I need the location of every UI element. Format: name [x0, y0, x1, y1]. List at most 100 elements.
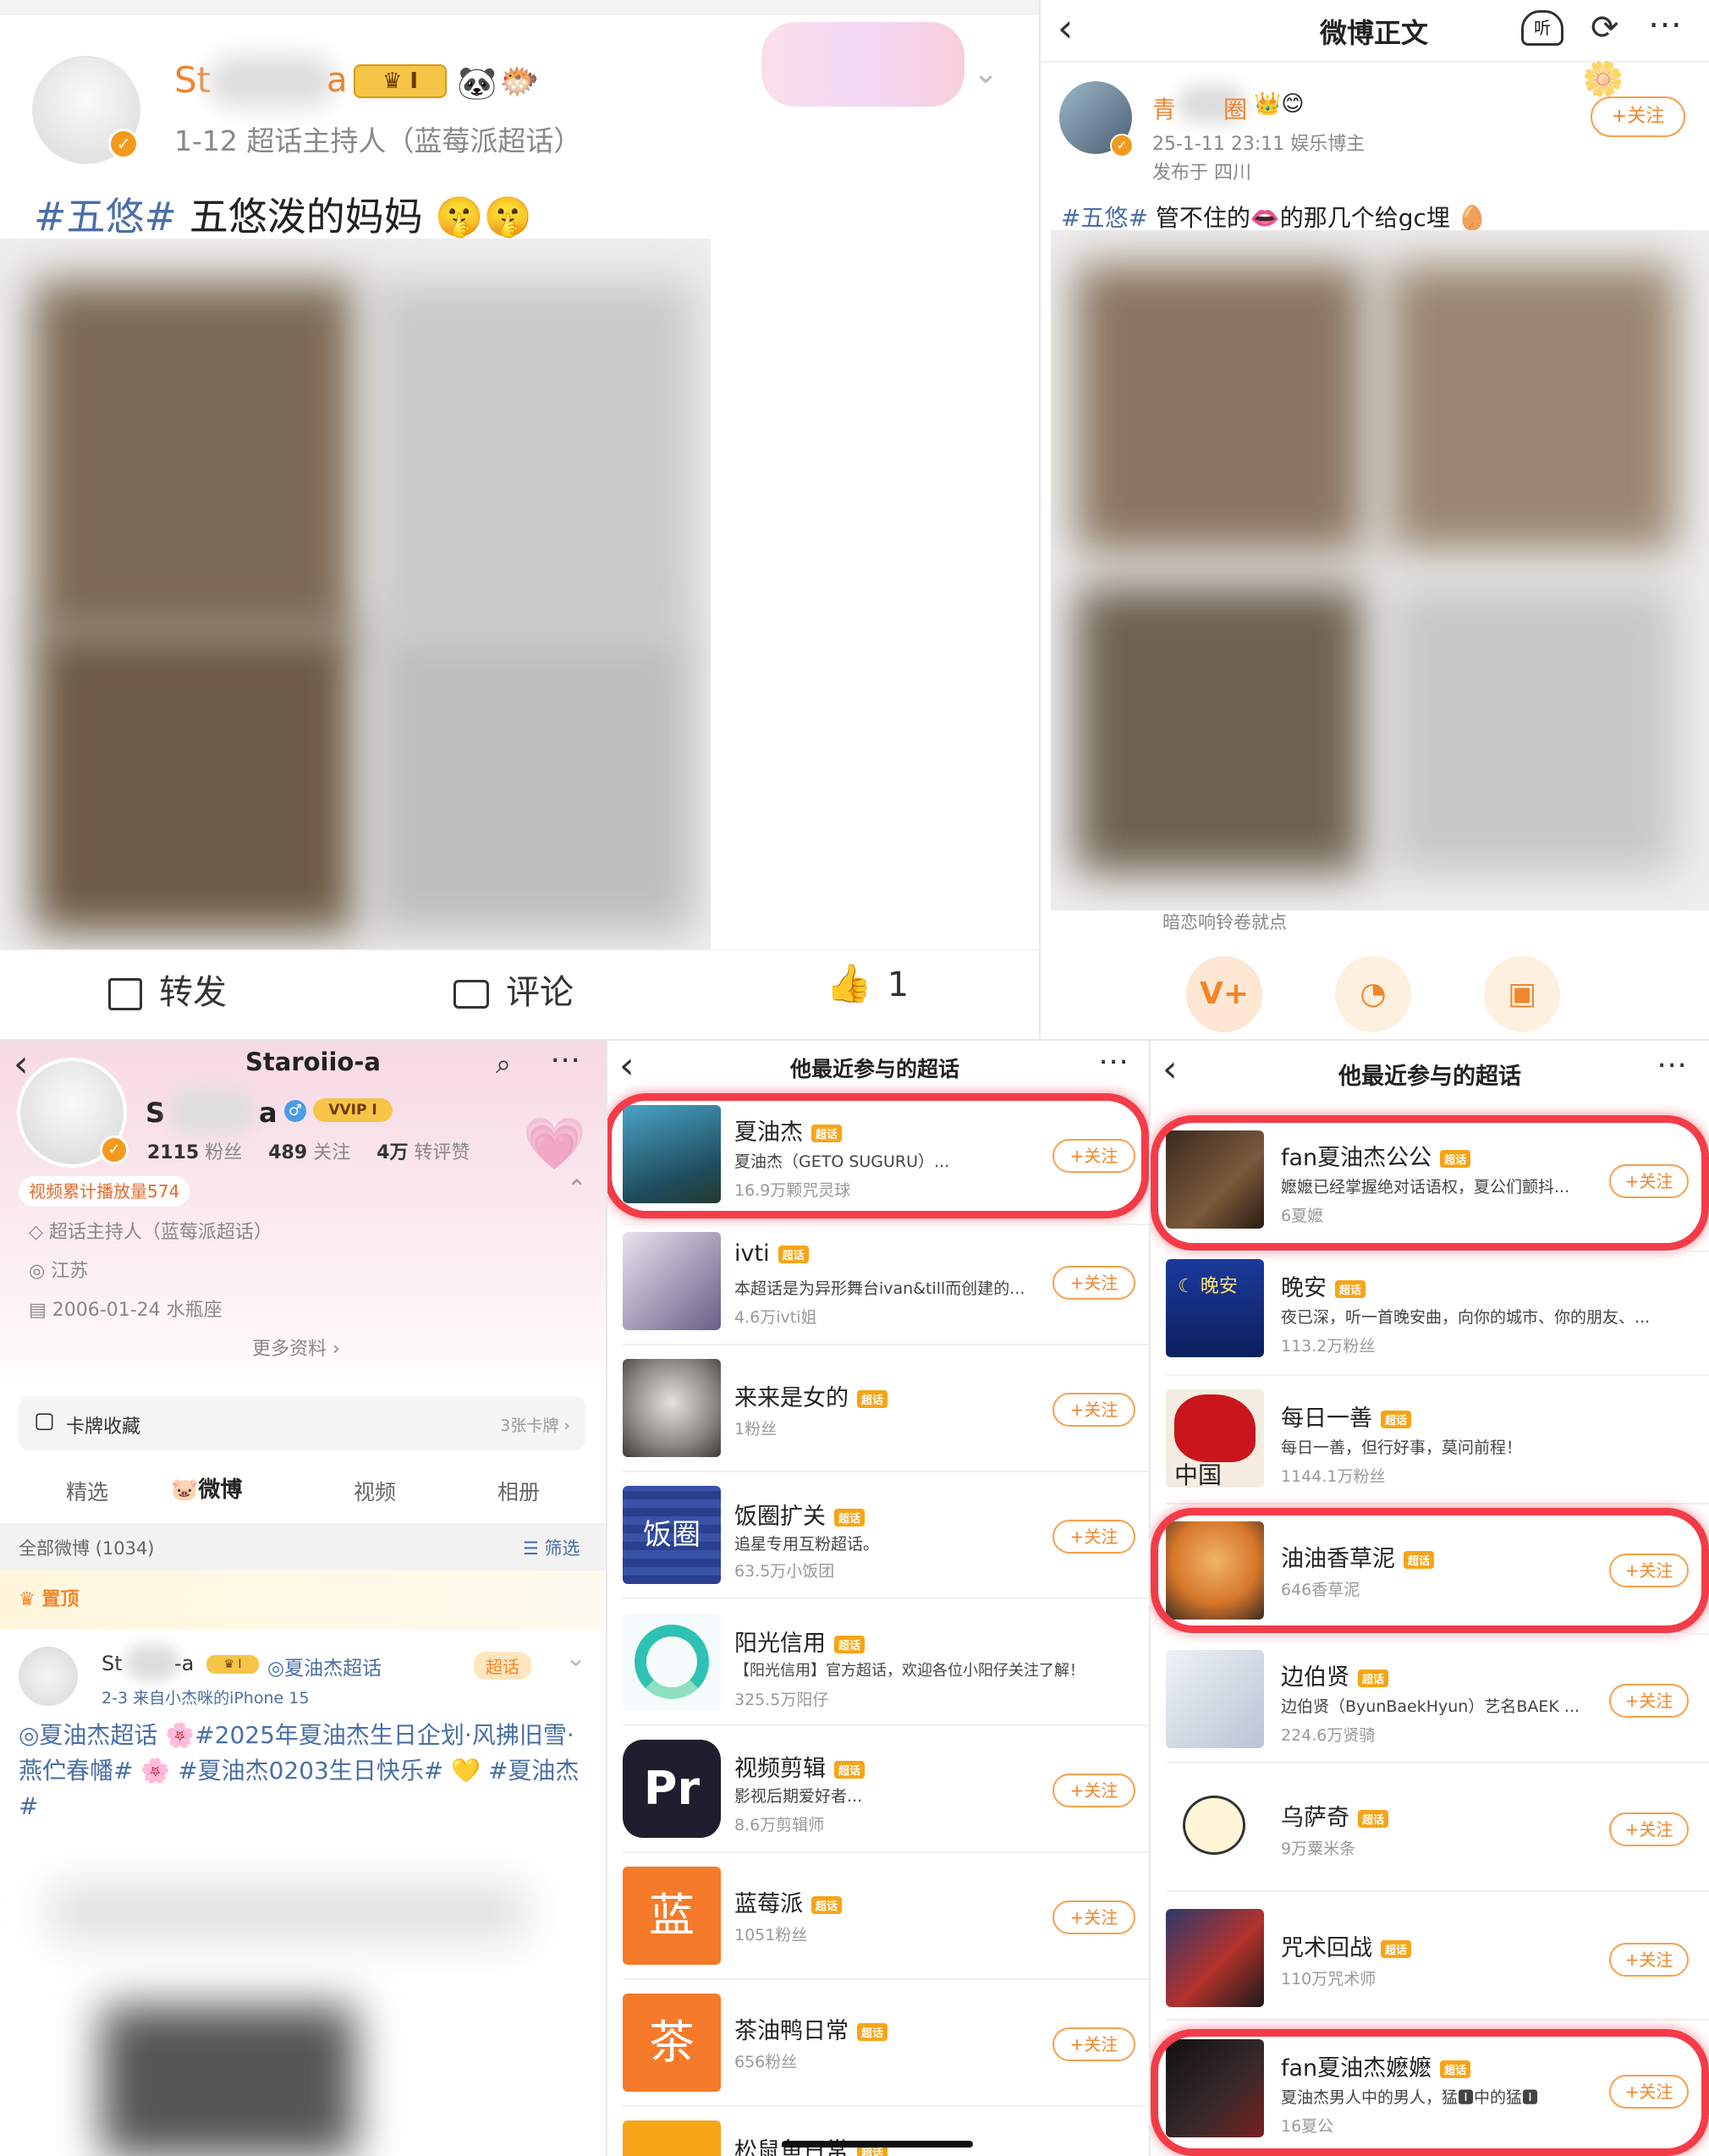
- name-mask: [125, 1645, 179, 1680]
- post-image[interactable]: [0, 239, 711, 949]
- back-icon[interactable]: ‹: [1162, 1048, 1178, 1091]
- topic-name[interactable]: 饭圈扩关 超话: [734, 1498, 865, 1531]
- follow-button[interactable]: +关注: [1052, 2027, 1135, 2061]
- more-icon[interactable]: ⋯: [1098, 1044, 1129, 1079]
- topic-meta: 1粉丝: [734, 1420, 778, 1438]
- chevron-down-icon[interactable]: ⌄: [565, 1643, 586, 1673]
- topic-thumb[interactable]: [1166, 1909, 1264, 2007]
- user-name[interactable]: St: [174, 59, 211, 101]
- pr-icon[interactable]: Pr: [623, 1740, 721, 1838]
- topic-name[interactable]: 茶油鸭日常 超话: [734, 2012, 888, 2045]
- more-icon[interactable]: ⋯: [1657, 1048, 1687, 1082]
- pinned-label: ♛ 置顶: [19, 1589, 80, 1610]
- listen-icon[interactable]: 听: [1521, 10, 1563, 46]
- topic-desc: 影视后期爱好者...: [734, 1787, 863, 1806]
- topic-thumb[interactable]: ☾ 晚安: [1166, 1259, 1264, 1357]
- search-icon[interactable]: ⌕: [496, 1048, 511, 1081]
- highlight-box: [1151, 1508, 1709, 1633]
- topic-name[interactable]: 晚安 超话: [1281, 1269, 1366, 1302]
- shush-emoji-icon: 🤫🤫: [435, 194, 532, 239]
- topic-desc: 每日一善，但行好事，莫问前程！: [1281, 1438, 1523, 1457]
- post-topic[interactable]: ◎夏油杰超话: [267, 1652, 382, 1680]
- topic-thumb[interactable]: [1166, 1650, 1264, 1748]
- flower-decoration: 🌼: [1582, 60, 1624, 99]
- topic-name[interactable]: 蓝莓派 超话: [734, 1885, 843, 1918]
- info-location: ◎ 江苏: [29, 1261, 89, 1282]
- ad-text: 暗恋响铃卷就点: [1162, 912, 1287, 932]
- post-meta: 1-12 超话主持人（蓝莓派超话）: [174, 124, 582, 157]
- back-icon[interactable]: ‹: [14, 1042, 29, 1086]
- topic-name[interactable]: 视频剪辑 超话: [734, 1750, 865, 1783]
- follow-button[interactable]: +关注: [1609, 1943, 1689, 1977]
- topic-desc: 【阳光信用】官方超话，欢迎各位小阳仔关注了解！: [734, 1662, 1085, 1680]
- topic-name[interactable]: 乌萨奇 超话: [1281, 1799, 1389, 1832]
- topic-name[interactable]: ivti 超话: [734, 1240, 809, 1267]
- panel-post-a: ✓ St a ♛ I 🐼 🐡 ⌄ 1-12 超话主持人（蓝莓派超话） #五悠# …: [0, 0, 1039, 1039]
- post-user-tail: -a: [174, 1652, 195, 1675]
- topic-thumb[interactable]: [623, 1613, 721, 1711]
- topic-thumb[interactable]: [623, 1359, 721, 1457]
- follow-button[interactable]: +关注: [1052, 1266, 1135, 1300]
- topic-name[interactable]: 边伯贤 超话: [1281, 1658, 1389, 1691]
- post-meta: 2-3 来自小杰咪的iPhone 15: [102, 1689, 310, 1708]
- post-image[interactable]: [1051, 230, 1709, 910]
- home-indicator: [782, 2141, 973, 2148]
- more-icon[interactable]: ⋯: [1648, 5, 1682, 44]
- filter-button[interactable]: ☰ 筛选: [523, 1535, 580, 1560]
- post-image[interactable]: [0, 1853, 606, 2156]
- comment-button[interactable]: 评论: [453, 965, 574, 1014]
- topic-tag[interactable]: #五悠#: [1061, 204, 1148, 232]
- topic-name[interactable]: 来来是女的 超话: [734, 1379, 888, 1412]
- verified-badge-icon: ✓: [100, 1136, 129, 1164]
- topic-meta: 1051粉丝: [734, 1926, 808, 1944]
- vplus-icon[interactable]: V+: [1186, 956, 1262, 1032]
- topic-thumb[interactable]: [623, 1232, 721, 1330]
- topic-thumb[interactable]: [1166, 1779, 1264, 1877]
- card-collection[interactable]: ▢ 卡牌收藏 3张卡牌 ›: [19, 1396, 585, 1450]
- more-info-link[interactable]: 更多资料 ›: [252, 1334, 340, 1361]
- post-user[interactable]: St: [102, 1652, 123, 1675]
- topic-tag[interactable]: #五悠#: [34, 194, 177, 239]
- tab-video[interactable]: 视频: [354, 1476, 396, 1506]
- chevron-down-icon[interactable]: ⌄: [973, 56, 998, 91]
- cha-icon[interactable]: 茶: [623, 1994, 721, 2092]
- repost-button[interactable]: 转发: [108, 965, 227, 1014]
- name-mask: [208, 56, 335, 107]
- topic-thumb[interactable]: [623, 2120, 721, 2156]
- tab-featured[interactable]: 精选: [66, 1476, 108, 1506]
- back-icon[interactable]: ‹: [1058, 5, 1073, 51]
- topic-thumb[interactable]: 中国: [1166, 1389, 1264, 1488]
- back-icon[interactable]: ‹: [619, 1044, 635, 1087]
- verified-badge-icon: ✓: [108, 129, 139, 159]
- more-icon[interactable]: ⋯: [550, 1042, 580, 1077]
- follow-button[interactable]: +关注: [1609, 1684, 1689, 1718]
- topic-name[interactable]: 每日一善 超话: [1281, 1400, 1412, 1433]
- topic-meta: 656粉丝: [734, 2053, 798, 2071]
- like-button[interactable]: 👍 1: [826, 961, 909, 1005]
- tab-album[interactable]: 相册: [497, 1476, 540, 1506]
- topic-name[interactable]: 阳光信用 超话: [734, 1625, 865, 1658]
- avatar-small[interactable]: [19, 1647, 78, 1706]
- save-image-icon[interactable]: ▣: [1484, 956, 1560, 1032]
- follow-button[interactable]: +关注: [1609, 1812, 1689, 1846]
- card-icon: ▢: [34, 1408, 55, 1433]
- follow-button[interactable]: +关注: [1052, 1520, 1135, 1554]
- collapse-icon[interactable]: ⌃: [567, 1174, 586, 1202]
- stats: 2115 粉丝 489 关注 4万 转评赞: [147, 1142, 470, 1163]
- follow-button[interactable]: +关注: [1052, 1393, 1135, 1427]
- panel-topic-list-a: ‹ 他最近参与的超话 ⋯ 夏油杰 超话 夏油杰（GETO SUGURU）... 1…: [607, 1041, 1149, 2156]
- topic-name[interactable]: 咒术回战 超话: [1281, 1929, 1412, 1962]
- follow-button[interactable]: +关注: [1052, 1900, 1135, 1934]
- tab-weibo[interactable]: 🐷微博: [171, 1472, 242, 1504]
- highlight-box: [1151, 1115, 1709, 1251]
- user-name[interactable]: 青: [1152, 91, 1176, 125]
- follow-button[interactable]: +关注: [1591, 96, 1685, 137]
- bell-icon[interactable]: ◔: [1335, 956, 1411, 1032]
- follow-button[interactable]: +关注: [1052, 1774, 1135, 1807]
- post-text: #五悠# 五悠泼的妈妈 🤫🤫: [34, 194, 532, 239]
- crown-icon: 👑😊: [1254, 91, 1305, 117]
- search-icon[interactable]: ⟳: [1591, 8, 1619, 47]
- lan-icon[interactable]: 蓝: [623, 1867, 721, 1965]
- topic-thumb[interactable]: 饭圈: [623, 1486, 721, 1584]
- name-visible: S: [146, 1097, 166, 1129]
